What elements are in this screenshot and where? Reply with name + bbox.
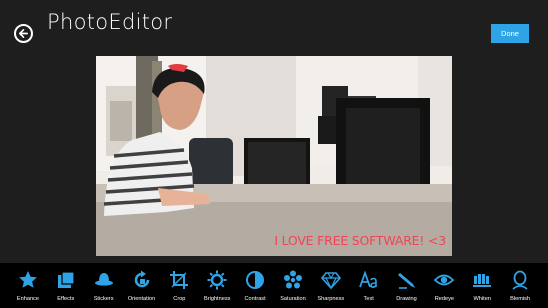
rotate-icon — [132, 270, 152, 290]
tool-whiten[interactable]: Whiten — [463, 263, 501, 308]
tool-label: Enhance — [16, 296, 39, 302]
tool-label: Text — [363, 296, 374, 302]
tool-label: Saturation — [280, 296, 306, 302]
back-arrow-icon — [19, 29, 28, 38]
tool-drawing[interactable]: Drawing — [388, 263, 426, 308]
tool-sharpness[interactable]: Sharpness — [312, 263, 350, 308]
diamond-icon — [320, 270, 341, 290]
saturation-icon — [283, 270, 303, 290]
hat-icon — [94, 270, 114, 290]
face-icon — [510, 270, 530, 290]
tool-brightness[interactable]: Brightness — [198, 263, 236, 308]
tool-label: Whiten — [473, 296, 491, 302]
photo-image — [96, 56, 452, 256]
tool-orientation[interactable]: Orientation — [123, 263, 161, 308]
crop-icon — [169, 270, 189, 290]
star-icon — [18, 270, 38, 290]
app-title: PhotoEditor — [47, 10, 173, 34]
tool-label: Redeye — [434, 296, 455, 302]
tool-effects[interactable]: Effects — [47, 263, 85, 308]
sun-icon — [207, 270, 227, 290]
edit-toolbar: Enhance Effects Stickers Orientation Cro… — [0, 263, 548, 308]
tool-label: Contrast — [244, 296, 266, 302]
tool-label: Brightness — [204, 296, 231, 302]
done-button[interactable]: Done — [491, 24, 529, 43]
photo-canvas[interactable]: I LOVE FREE SOFTWARE! <3 — [96, 56, 452, 256]
tool-label: Sharpness — [317, 296, 345, 302]
tool-label: Drawing — [396, 296, 417, 302]
tool-saturation[interactable]: Saturation — [274, 263, 312, 308]
photo-caption: I LOVE FREE SOFTWARE! <3 — [274, 233, 446, 248]
tool-contrast[interactable]: Contrast — [236, 263, 274, 308]
eye-icon — [434, 270, 455, 290]
contrast-icon — [245, 270, 265, 290]
tool-enhance[interactable]: Enhance — [9, 263, 47, 308]
tool-redeye[interactable]: Redeye — [425, 263, 463, 308]
text-aa-icon — [358, 270, 379, 290]
pen-icon — [397, 270, 417, 290]
back-button[interactable] — [14, 24, 33, 43]
tool-label: Crop — [173, 296, 186, 302]
tool-label: Stickers — [93, 296, 114, 302]
effects-icon — [56, 270, 76, 290]
tool-text[interactable]: Text — [350, 263, 388, 308]
tool-blemish[interactable]: Blemish — [501, 263, 539, 308]
teeth-icon — [472, 270, 492, 290]
tool-stickers[interactable]: Stickers — [85, 263, 123, 308]
tool-label: Blemish — [510, 296, 531, 302]
tool-label: Effects — [57, 296, 75, 302]
tool-label: Orientation — [127, 296, 156, 302]
tool-crop[interactable]: Crop — [160, 263, 198, 308]
